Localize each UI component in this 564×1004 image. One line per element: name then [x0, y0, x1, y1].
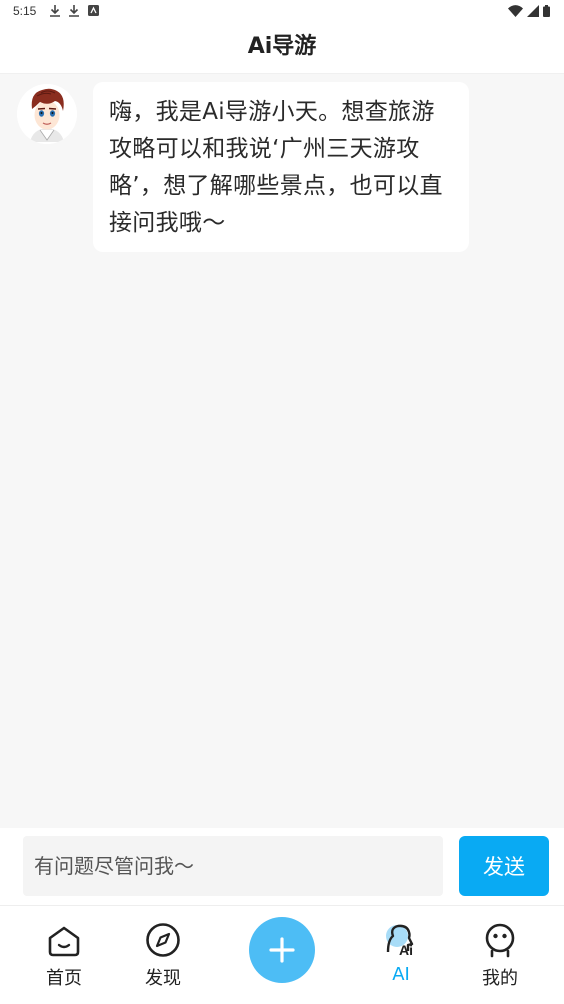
profile-icon: [485, 923, 515, 958]
bot-avatar: [17, 84, 77, 144]
download-icon: [50, 5, 60, 17]
plus-icon: [269, 937, 295, 963]
battery-icon: [543, 5, 550, 17]
tab-mine[interactable]: 我的: [460, 906, 540, 1004]
input-bar: 发送: [0, 828, 564, 906]
tab-label: 首页: [46, 968, 82, 989]
tour-guide-avatar-icon: [17, 84, 77, 144]
svg-text:Ai: Ai: [399, 942, 413, 958]
chat-area[interactable]: 嗨，我是Ai导游小天。想查旅游攻略可以和我说‘广州三天游攻略’，想了解哪些景点，…: [0, 74, 564, 828]
compass-icon: [146, 923, 180, 957]
status-bar: 5:15: [0, 0, 564, 24]
system-icons: [508, 5, 550, 17]
bottom-tab-bar: 首页 发现 Ai AI 我的: [0, 906, 564, 1004]
wifi-icon: [508, 5, 523, 17]
signal-icon: [527, 5, 539, 17]
page-title: Ai导游: [247, 34, 317, 59]
app-header: Ai导游: [0, 24, 564, 74]
tab-discover[interactable]: 发现: [123, 906, 203, 1004]
home-icon: [48, 926, 80, 957]
tab-ai[interactable]: Ai AI: [361, 906, 441, 1004]
download-icon: [69, 5, 79, 17]
tab-home[interactable]: 首页: [24, 906, 104, 1004]
notification-icons: [50, 5, 99, 17]
message-input[interactable]: [23, 836, 443, 896]
ai-head-icon: Ai: [386, 924, 414, 958]
status-time: 5:15: [13, 4, 37, 18]
message-bubble: 嗨，我是Ai导游小天。想查旅游攻略可以和我说‘广州三天游攻略’，想了解哪些景点，…: [93, 82, 469, 252]
send-button[interactable]: 发送: [459, 836, 549, 896]
tab-label: AI: [392, 964, 410, 985]
app-notification-icon: [88, 5, 99, 16]
tab-label: 发现: [145, 968, 181, 989]
message-text: 嗨，我是Ai导游小天。想查旅游攻略可以和我说‘广州三天游攻略’，想了解哪些景点，…: [109, 99, 443, 236]
add-button[interactable]: [249, 917, 315, 983]
tab-label: 我的: [482, 968, 518, 989]
